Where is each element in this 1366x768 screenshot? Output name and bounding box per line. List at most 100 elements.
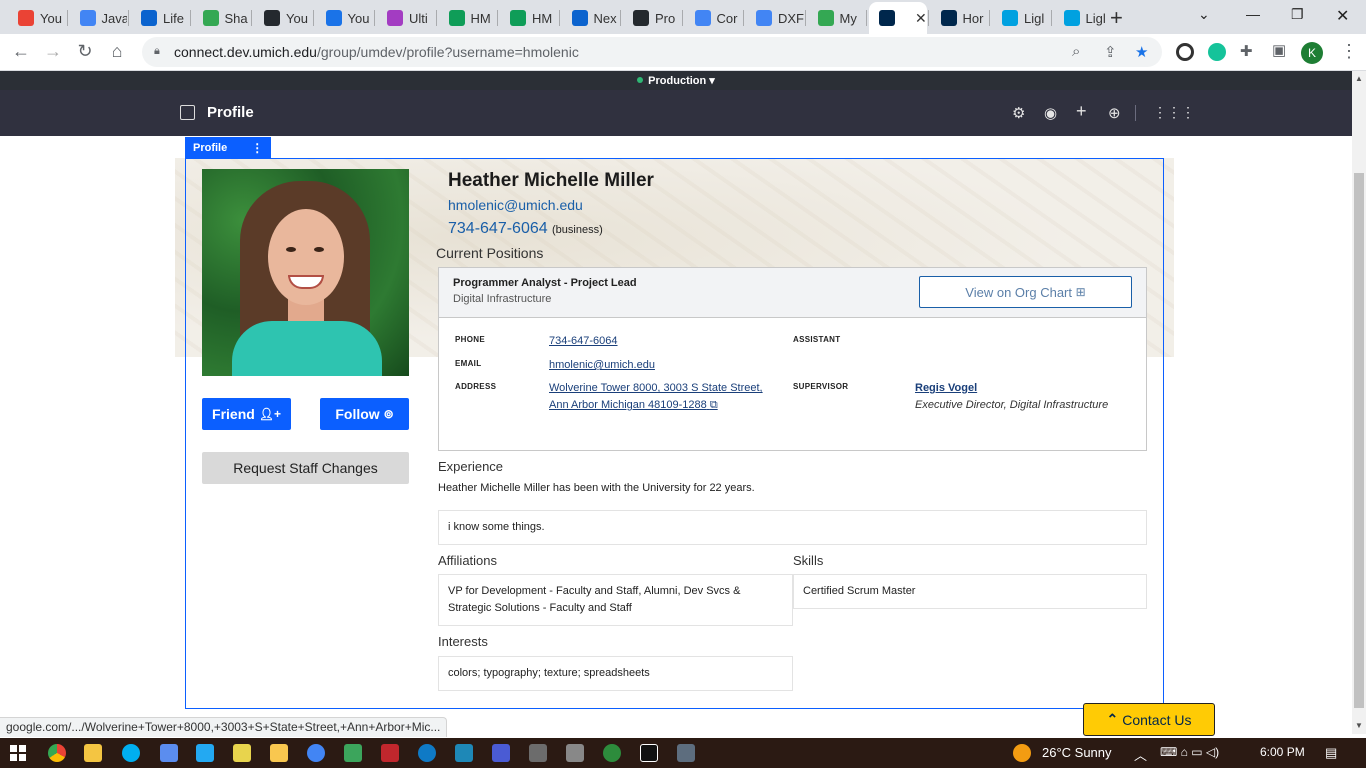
chrome-taskbar-icon[interactable] <box>48 744 66 762</box>
virtualbox-icon[interactable] <box>492 744 510 762</box>
minimize-button[interactable]: — <box>1246 6 1260 22</box>
browser-tab[interactable]: Ligl <box>1054 4 1112 32</box>
browser-tab[interactable]: Ligl <box>992 4 1050 32</box>
side-panel-icon[interactable]: ▣ <box>1272 41 1286 59</box>
simulation-icon[interactable]: ⊕ <box>1108 104 1121 122</box>
restore-button[interactable]: ❐ <box>1291 6 1304 23</box>
browser-menu-icon[interactable]: ⋮ <box>1340 41 1358 62</box>
back-icon[interactable]: ← <box>10 41 32 62</box>
position-phone-link[interactable]: 734-647-6064 <box>549 333 618 350</box>
friend-button[interactable]: Friend 👤︎+ <box>202 398 291 430</box>
address-link[interactable]: Wolverine Tower 8000, 3003 S State Stree… <box>549 380 763 414</box>
close-window-button[interactable]: ✕ <box>1336 6 1349 26</box>
windows-start-icon[interactable] <box>10 745 26 761</box>
browser-tab[interactable]: ✕ <box>869 2 927 34</box>
google-drive-icon <box>202 10 219 26</box>
liferay-icon <box>571 10 588 26</box>
zoom-icon[interactable]: ⌕ <box>1072 43 1080 60</box>
profile-phone-link[interactable]: 734-647-6064 <box>448 220 548 238</box>
page-scrollbar[interactable]: ▲ ▼ <box>1352 71 1366 734</box>
eye-icon[interactable]: ◉ <box>1044 104 1057 122</box>
browser-tab[interactable]: Ulti <box>377 4 435 32</box>
share-icon[interactable]: ⇪ <box>1104 43 1117 61</box>
profile-avatar[interactable]: K <box>1301 42 1323 64</box>
current-positions-heading: Current Positions <box>436 245 544 261</box>
browser-tab[interactable]: Nex <box>562 4 620 32</box>
browser-tab[interactable]: Life <box>131 4 189 32</box>
url-text[interactable]: connect.dev.umich.edu/group/umdev/profil… <box>174 44 579 60</box>
app-icon-blue[interactable] <box>455 744 473 762</box>
browser-tab[interactable]: Sha <box>193 4 251 32</box>
supervisor-label: SUPERVISOR <box>793 382 849 391</box>
edge-icon[interactable] <box>418 744 436 762</box>
browser-tab[interactable]: You <box>8 4 66 32</box>
gear-icon[interactable]: ⚙ <box>1012 104 1025 122</box>
environment-bar[interactable]: Production ▾ <box>0 71 1352 90</box>
scroll-down-icon[interactable]: ▼ <box>1355 721 1363 730</box>
grammarly-icon[interactable] <box>1208 43 1226 61</box>
folder-icon[interactable] <box>270 744 288 762</box>
app-icon-gray[interactable] <box>566 744 584 762</box>
browser-tab[interactable]: My <box>808 4 866 32</box>
settings-app-icon[interactable] <box>677 744 695 762</box>
view-org-chart-button[interactable]: View on Org Chart ⊞ <box>919 276 1132 308</box>
browser-tab[interactable]: DXF <box>746 4 804 32</box>
browser-tab[interactable]: HM <box>439 4 497 32</box>
browser-tab-label: Java <box>101 10 128 26</box>
browser-tab-label: You <box>347 10 370 26</box>
fragment-label[interactable]: Profile ⋮ <box>185 137 272 158</box>
weather-text[interactable]: 26°C Sunny <box>1042 745 1112 760</box>
scroll-up-icon[interactable]: ▲ <box>1355 74 1363 83</box>
fragment-options-icon[interactable]: ⋮ <box>251 141 263 155</box>
follow-button[interactable]: Follow ⊚ <box>320 398 409 430</box>
product-menu-toggle-icon[interactable] <box>180 105 195 120</box>
vscode-icon[interactable] <box>196 744 214 762</box>
close-tab-icon[interactable]: ✕ <box>915 10 927 27</box>
browser-tab-label: Cor <box>716 10 738 26</box>
new-tab-button[interactable]: + <box>1110 5 1123 31</box>
notepad-icon[interactable] <box>233 744 251 762</box>
forward-icon[interactable]: → <box>42 41 64 62</box>
browser-tab[interactable]: HM <box>500 4 558 32</box>
system-tray-icons[interactable]: ⌨ ⌂ ▭ ◁) <box>1160 745 1219 759</box>
maps-icon[interactable] <box>307 744 325 762</box>
profile-email-link[interactable]: hmolenic@umich.edu <box>448 197 583 213</box>
browser-tab[interactable]: Hor <box>931 4 989 32</box>
home-icon[interactable]: ⌂ <box>106 41 128 62</box>
app-icon[interactable] <box>160 744 178 762</box>
browser-tab[interactable]: You <box>254 4 312 32</box>
apps-grid-icon[interactable]: ⋮⋮⋮ <box>1153 104 1195 121</box>
interests-box: colors; typography; texture; spreadsheet… <box>438 656 793 691</box>
contact-us-button[interactable]: ⌃ Contact Us <box>1083 703 1215 736</box>
position-email-link[interactable]: hmolenic@umich.edu <box>549 357 655 374</box>
address-bar[interactable]: 🔒︎ connect.dev.umich.edu/group/umdev/pro… <box>142 37 1162 67</box>
tab-divider <box>558 10 560 26</box>
notifications-icon[interactable]: ▤ <box>1325 745 1337 761</box>
network-tool-icon[interactable] <box>529 744 547 762</box>
plus-icon[interactable]: + <box>1076 101 1087 122</box>
tray-chevron-icon[interactable]: ︿ <box>1134 745 1147 764</box>
skype-icon[interactable] <box>122 744 140 762</box>
follow-button-label: Follow <box>335 406 380 422</box>
request-staff-changes-button[interactable]: Request Staff Changes <box>202 452 409 484</box>
extension-icon[interactable] <box>1176 43 1194 61</box>
scrollbar-thumb[interactable] <box>1354 173 1364 708</box>
file-explorer-icon[interactable] <box>84 744 102 762</box>
browser-tab-label: DXF <box>778 10 804 26</box>
supervisor-link[interactable]: Regis Vogel <box>915 382 977 394</box>
browser-tab[interactable]: Cor <box>685 4 743 32</box>
browser-tab[interactable]: Java <box>70 4 128 32</box>
puzzle-extensions-icon[interactable]: ✚ <box>1240 42 1253 60</box>
clock[interactable]: 6:00 PM <box>1260 745 1305 759</box>
bookmark-star-icon[interactable]: ★ <box>1135 43 1148 61</box>
globe-app-icon[interactable] <box>603 744 621 762</box>
github-icon <box>633 10 649 26</box>
browser-tab-label: Ligl <box>1024 10 1045 26</box>
intellij-icon[interactable] <box>640 744 658 762</box>
browser-tab[interactable]: You <box>316 4 374 32</box>
tab-search-icon[interactable]: ⌄ <box>1198 6 1210 23</box>
reload-icon[interactable]: ↻ <box>74 41 96 62</box>
app-icon-green[interactable] <box>344 744 362 762</box>
browser-tab[interactable]: Pro <box>623 4 681 32</box>
filezilla-icon[interactable] <box>381 744 399 762</box>
